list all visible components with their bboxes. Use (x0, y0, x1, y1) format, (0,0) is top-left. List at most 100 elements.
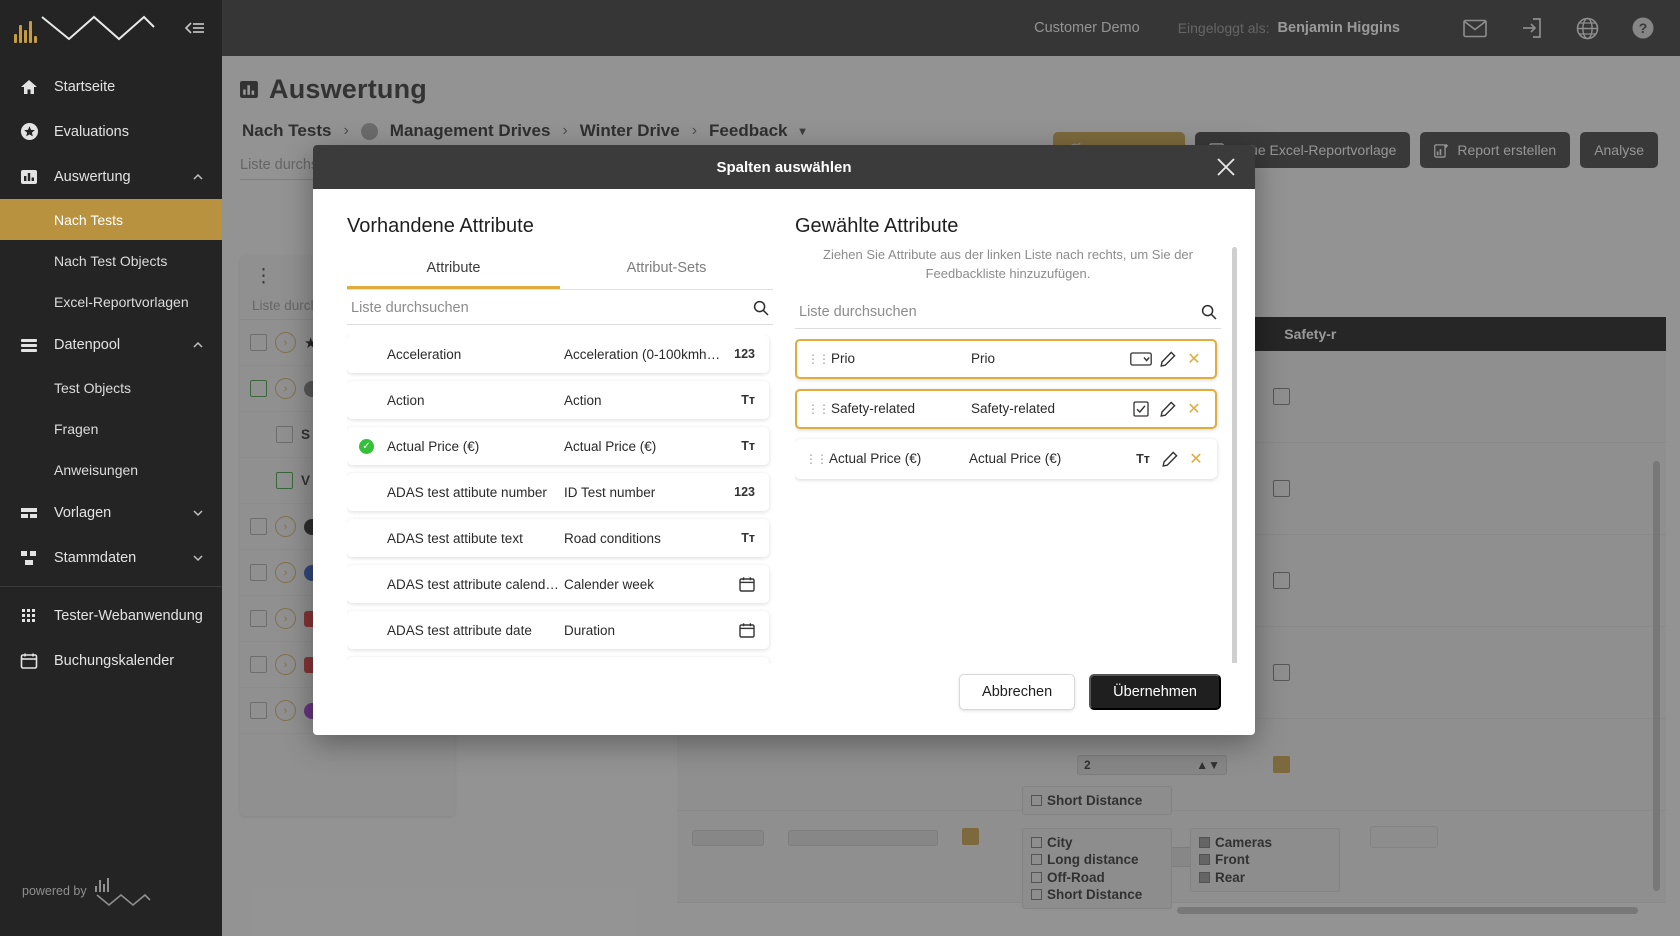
chevron-up-icon (192, 339, 204, 351)
calendar-icon (18, 650, 40, 672)
sidebar-item-label: Evaluations (54, 123, 129, 140)
sidebar-item-label: Buchungskalender (54, 652, 175, 669)
sidebar-divider (0, 586, 222, 587)
available-search-input[interactable]: Liste durchsuchen (347, 290, 773, 325)
remove-icon[interactable]: ✕ (1183, 449, 1209, 469)
remove-icon[interactable]: ✕ (1181, 349, 1207, 369)
attribute-name: Prio (831, 351, 856, 367)
selected-attributes-list[interactable]: ⋮⋮ Prio Prio ✕ ⋮⋮ Safety-related Safety-… (795, 338, 1221, 663)
sidebar-nav: Startseite Evaluations Auswertung Nach T… (0, 56, 222, 874)
list-item[interactable]: ADAS test attibute number ID Test number… (347, 473, 769, 511)
list-item[interactable]: ✓ Actual Price (€) Actual Price (€) Tт (347, 427, 769, 465)
cancel-button[interactable]: Abbrechen (959, 674, 1076, 710)
list-item[interactable]: ADAS test attribute calender ... Calende… (347, 565, 769, 603)
sidebar-item-startseite[interactable]: Startseite (0, 64, 222, 109)
type-number-icon: 123 (734, 347, 755, 361)
tab-label: Attribute (426, 260, 481, 276)
drag-handle-icon[interactable]: ⋮⋮ (805, 452, 828, 466)
selected-attributes-hint: Ziehen Sie Attribute aus der linken List… (823, 247, 1193, 281)
attribute-name: Actual Price (€) (829, 451, 922, 467)
remove-icon[interactable]: ✕ (1181, 399, 1207, 419)
star-circle-icon (18, 121, 40, 143)
tab-label: Attribut-Sets (626, 260, 707, 276)
chevron-up-icon (192, 171, 204, 183)
sidebar-sub-label: Fragen (54, 420, 99, 437)
tab-attribute[interactable]: Attribute (347, 252, 560, 289)
sidebar-sub-label: Anweisungen (54, 461, 139, 478)
type-number-icon: 123 (734, 485, 755, 499)
available-attributes-pane: Vorhandene Attribute Attribute Attribut-… (347, 215, 773, 663)
selected-search-input[interactable]: Liste durchsuchen (795, 294, 1221, 329)
type-checkbox-icon (1127, 401, 1155, 417)
sidebar-item-tester-webanwendung[interactable]: Tester-Webanwendung (0, 593, 222, 638)
close-icon[interactable] (1215, 156, 1237, 178)
list-item[interactable]: Acceleration Acceleration (0-100kmh / Se… (347, 335, 769, 373)
list-item[interactable]: ⋮⋮ Actual Price (€) Actual Price (€) Tт … (795, 438, 1217, 479)
database-icon (18, 334, 40, 356)
application-window: Startseite Evaluations Auswertung Nach T… (0, 0, 1680, 936)
type-calendar-icon (721, 576, 755, 592)
confirm-button[interactable]: Übernehmen (1089, 674, 1221, 710)
company-logo-icon (14, 13, 157, 43)
type-text-icon: Tт (741, 531, 755, 545)
dialog-scrollbar[interactable] (1232, 247, 1237, 663)
sidebar-sub-label: Excel-Reportvorlagen (54, 293, 189, 310)
list-item[interactable]: ADAS test attribute date Duration (347, 611, 769, 649)
attribute-display: Calender week (564, 576, 655, 592)
edit-icon[interactable] (1157, 451, 1183, 467)
selected-check-icon: ✓ (359, 438, 374, 454)
attribute-name: Acceleration (387, 346, 462, 362)
list-item[interactable]: Action Action Tт (347, 381, 769, 419)
sidebar-item-fragen[interactable]: Fragen (0, 408, 222, 449)
sidebar-group-stammdaten[interactable]: Stammdaten (0, 535, 222, 580)
chevron-down-icon (192, 507, 204, 519)
attribute-display: Actual Price (€) (969, 451, 1062, 467)
sidebar-item-evaluations[interactable]: Evaluations (0, 109, 222, 154)
bar-chart-icon (18, 166, 40, 188)
attribute-name: Safety-related (831, 401, 916, 417)
list-item[interactable]: ADAS test attibute text Road conditions … (347, 519, 769, 557)
dialog-header: Spalten auswählen (313, 145, 1255, 189)
sidebar-item-buchungskalender[interactable]: Buchungskalender (0, 638, 222, 683)
cancel-label: Abbrechen (982, 684, 1053, 700)
sidebar-item-label: Tester-Webanwendung (54, 607, 203, 624)
attribute-name: Actual Price (€) (387, 438, 480, 454)
edit-icon[interactable] (1155, 351, 1181, 367)
sidebar-sub-label: Nach Test Objects (54, 252, 168, 269)
drag-handle-icon[interactable]: ⋮⋮ (807, 352, 830, 366)
sidebar-item-anweisungen[interactable]: Anweisungen (0, 449, 222, 490)
available-attributes-list[interactable]: Acceleration Acceleration (0-100kmh / Se… (347, 335, 773, 663)
tab-attribut-sets[interactable]: Attribut-Sets (560, 252, 773, 289)
drag-handle-icon[interactable]: ⋮⋮ (807, 402, 830, 416)
search-icon[interactable] (753, 300, 769, 316)
attribute-display: Road conditions (564, 530, 661, 546)
type-calendar-icon (721, 622, 755, 638)
company-logo-small-icon (94, 874, 151, 908)
sidebar-item-label: Auswertung (54, 168, 131, 185)
collapse-sidebar-icon[interactable] (184, 20, 206, 36)
sidebar-group-auswertung[interactable]: Auswertung (0, 154, 222, 199)
sidebar-group-datenpool[interactable]: Datenpool (0, 322, 222, 367)
home-icon (18, 76, 40, 98)
list-item[interactable]: ADAS test attribute dropdown Weather Tт (347, 657, 769, 663)
sidebar-group-vorlagen[interactable]: Vorlagen (0, 490, 222, 535)
sidebar-item-test-objects[interactable]: Test Objects (0, 367, 222, 408)
attribute-display: Safety-related (971, 401, 1056, 417)
sidebar-sub-label: Test Objects (54, 379, 132, 396)
sidebar-item-nach-test-objects[interactable]: Nach Test Objects (0, 240, 222, 281)
edit-icon[interactable] (1155, 401, 1181, 417)
attribute-display: Duration (564, 622, 616, 638)
available-attributes-heading: Vorhandene Attribute (347, 215, 534, 237)
selected-attributes-pane: Gewählte Attribute Ziehen Sie Attribute … (795, 215, 1221, 663)
search-icon[interactable] (1201, 304, 1217, 320)
dialog-footer: Abbrechen Übernehmen (313, 663, 1255, 735)
attribute-name: ADAS test attibute number (387, 484, 547, 500)
sidebar-item-excel-reportvorlagen[interactable]: Excel-Reportvorlagen (0, 281, 222, 322)
select-columns-dialog: Spalten auswählen Vorhandene Attribute A… (313, 145, 1255, 735)
sidebar-item-nach-tests[interactable]: Nach Tests (0, 199, 222, 240)
list-item[interactable]: ⋮⋮ Prio Prio ✕ (795, 338, 1217, 379)
dialog-title: Spalten auswählen (716, 158, 852, 176)
list-item[interactable]: ⋮⋮ Safety-related Safety-related ✕ (795, 388, 1217, 429)
type-dropdown-icon (1127, 352, 1155, 366)
sidebar-footer: powered by (0, 874, 222, 936)
